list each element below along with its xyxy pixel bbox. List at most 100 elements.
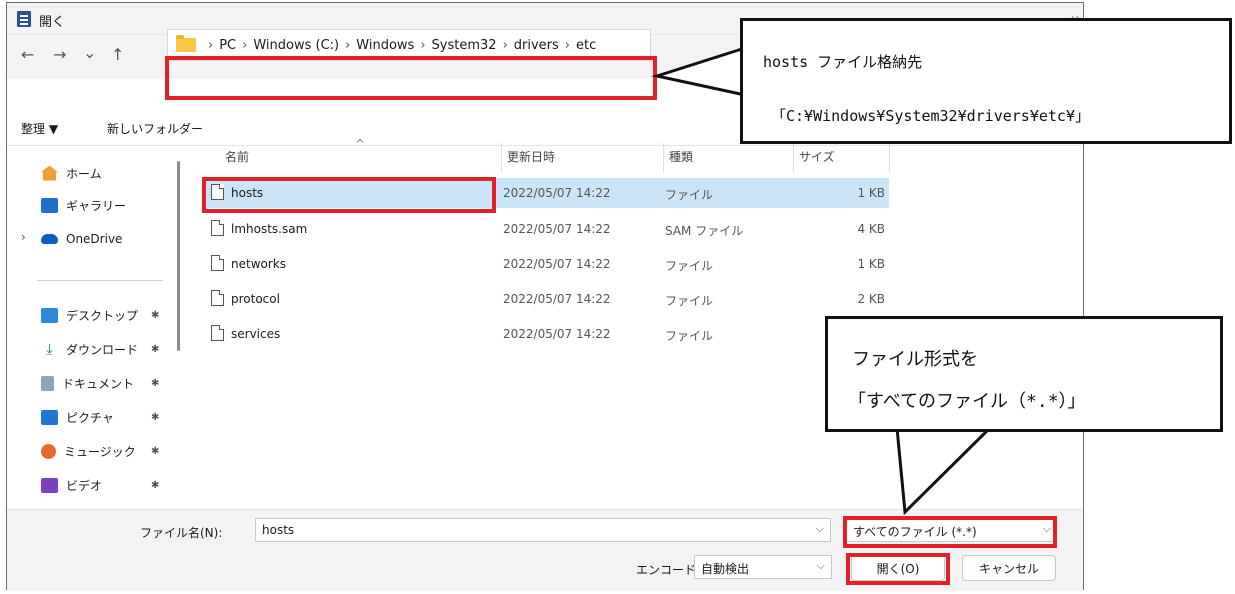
music-icon [41, 443, 56, 459]
new-folder-button[interactable]: 新しいフォルダー [107, 120, 203, 137]
file-type: SAM ファイル [665, 224, 744, 238]
file-size: 1 KB [857, 257, 885, 271]
path-callout: hosts ファイル格納先 「C:¥Windows¥System32¥drive… [740, 18, 1232, 144]
forward-icon[interactable]: → [53, 47, 66, 63]
file-row[interactable]: hosts 2022/05/07 14:22 ファイル 1 KB [203, 178, 889, 208]
sidebar-item-pictures[interactable]: ピクチャ [41, 406, 114, 428]
document-icon [41, 375, 54, 391]
sort-ascending-icon: ^ [355, 137, 366, 151]
breadcrumb-windows[interactable]: Windows [356, 38, 414, 53]
sidebar-item-onedrive[interactable]: OneDrive [41, 228, 122, 250]
encoding-value: 自動検出 [701, 562, 750, 576]
encoding-label: エンコード: [636, 563, 701, 577]
home-icon [41, 165, 58, 181]
file-date: 2022/05/07 14:22 [503, 222, 611, 236]
breadcrumb-system32[interactable]: System32 [432, 38, 497, 53]
path-callout-line1: hosts ファイル格納先 [763, 53, 923, 71]
file-date: 2022/05/07 14:22 [503, 257, 611, 271]
breadcrumb-drivers[interactable]: drivers [514, 38, 559, 53]
file-name: lmhosts.sam [231, 222, 308, 236]
desktop-icon [41, 307, 58, 323]
chevron-down-icon[interactable]: ⌵ [817, 559, 825, 573]
window-title: 開く [39, 15, 66, 30]
up-folder-icon[interactable]: ↑ [111, 47, 124, 63]
sidebar-item-videos[interactable]: ビデオ [41, 474, 102, 496]
encoding-select[interactable]: 自動検出 ⌵ [694, 555, 832, 579]
breadcrumb-separator: › [564, 38, 570, 53]
file-row[interactable]: services 2022/05/07 14:22 ファイル [203, 319, 889, 349]
back-icon[interactable]: ← [21, 47, 34, 63]
breadcrumb-etc[interactable]: etc [576, 38, 596, 53]
file-row[interactable]: protocol 2022/05/07 14:22 ファイル 2 KB [203, 284, 889, 314]
address-bar[interactable]: › PC › Windows (C:) › Windows › System32 › driver… [167, 29, 651, 61]
file-icon [211, 220, 224, 236]
sidebar-item-label: ギャラリー [66, 198, 127, 213]
sidebar-item-desktop[interactable]: デスクトップ [41, 304, 138, 326]
sidebar-item-documents[interactable]: ドキュメント [41, 372, 134, 394]
chevron-down-icon[interactable]: ⌵ [1043, 522, 1051, 536]
file-icon [211, 290, 224, 306]
column-divider[interactable] [889, 143, 890, 173]
pin-icon: ✱ [151, 446, 160, 457]
breadcrumb-separator: › [420, 38, 426, 53]
filetype-value: すべてのファイル (*.*) [853, 525, 977, 539]
file-type: ファイル [665, 259, 714, 273]
column-divider[interactable] [663, 143, 664, 173]
sidebar-item-label: ホーム [66, 166, 102, 181]
sidebar-scrollbar[interactable] [177, 161, 180, 351]
file-size: 4 KB [857, 222, 885, 236]
file-icon [211, 325, 224, 341]
file-name: networks [231, 257, 286, 271]
column-header-date[interactable]: 更新日時 [507, 148, 555, 165]
sidebar-item-label: OneDrive [66, 232, 123, 246]
breadcrumb-pc[interactable]: PC [219, 38, 236, 53]
folder-icon [176, 35, 196, 52]
sidebar-item-home[interactable]: ホーム [41, 162, 102, 184]
file-name: hosts [231, 186, 264, 200]
file-size: 1 KB [857, 186, 885, 200]
cloud-icon [41, 234, 58, 244]
filename-label: ファイル名(N): [140, 526, 223, 540]
file-type: ファイル [665, 294, 714, 308]
file-size: 2 KB [857, 292, 885, 306]
cancel-button[interactable]: キャンセル [962, 555, 1056, 581]
filetype-callout: ファイル形式を 「すべてのファイル（*.*）」 [825, 316, 1223, 432]
sidebar-item-label: ドキュメント [62, 376, 135, 391]
pin-icon: ✱ [151, 480, 160, 491]
breadcrumb-separator: › [208, 38, 214, 53]
sidebar-item-music[interactable]: ミュージック [41, 440, 136, 462]
sidebar-item-label: ビデオ [66, 478, 103, 493]
pin-icon: ✱ [151, 344, 160, 355]
file-row[interactable]: lmhosts.sam 2022/05/07 14:22 SAM ファイル 4 … [203, 214, 889, 244]
type-callout-line1: ファイル形式を [852, 349, 978, 370]
sidebar-item-label: ピクチャ [66, 410, 114, 425]
organize-menu[interactable]: 整理 ▼ [21, 120, 58, 137]
pictures-icon [41, 409, 58, 425]
file-date: 2022/05/07 14:22 [503, 186, 611, 200]
column-header-type[interactable]: 種類 [669, 148, 693, 165]
column-divider[interactable] [501, 143, 502, 173]
sidebar-item-downloads[interactable]: ⤓ ダウンロード [41, 338, 138, 360]
recent-locations-icon[interactable]: ⌄ [83, 45, 96, 61]
expand-chevron-icon[interactable]: › [21, 230, 26, 244]
filename-input[interactable]: hosts ⌵ [255, 518, 831, 542]
breadcrumb-separator: › [242, 38, 248, 53]
sidebar-divider [37, 280, 163, 281]
breadcrumb-windows-c[interactable]: Windows (C:) [253, 38, 339, 53]
file-type: ファイル [665, 188, 714, 202]
column-divider[interactable] [793, 143, 794, 173]
file-type: ファイル [665, 329, 714, 343]
file-icon [211, 255, 224, 271]
chevron-down-icon[interactable]: ⌵ [816, 522, 824, 536]
file-row[interactable]: networks 2022/05/07 14:22 ファイル 1 KB [203, 249, 889, 279]
pin-icon: ✱ [151, 378, 160, 389]
column-header-name[interactable]: 名前 [225, 148, 249, 165]
filetype-select[interactable]: すべてのファイル (*.*) ⌵ [846, 518, 1056, 542]
download-icon: ⤓ [46, 339, 53, 358]
pin-icon: ✱ [151, 310, 160, 321]
breadcrumb-separator: › [502, 38, 508, 53]
column-header-size[interactable]: サイズ [799, 148, 835, 165]
open-button[interactable]: 開く(O) [851, 555, 945, 581]
sidebar-item-label: デスクトップ [66, 308, 139, 323]
sidebar-item-gallery[interactable]: ギャラリー [41, 194, 126, 216]
